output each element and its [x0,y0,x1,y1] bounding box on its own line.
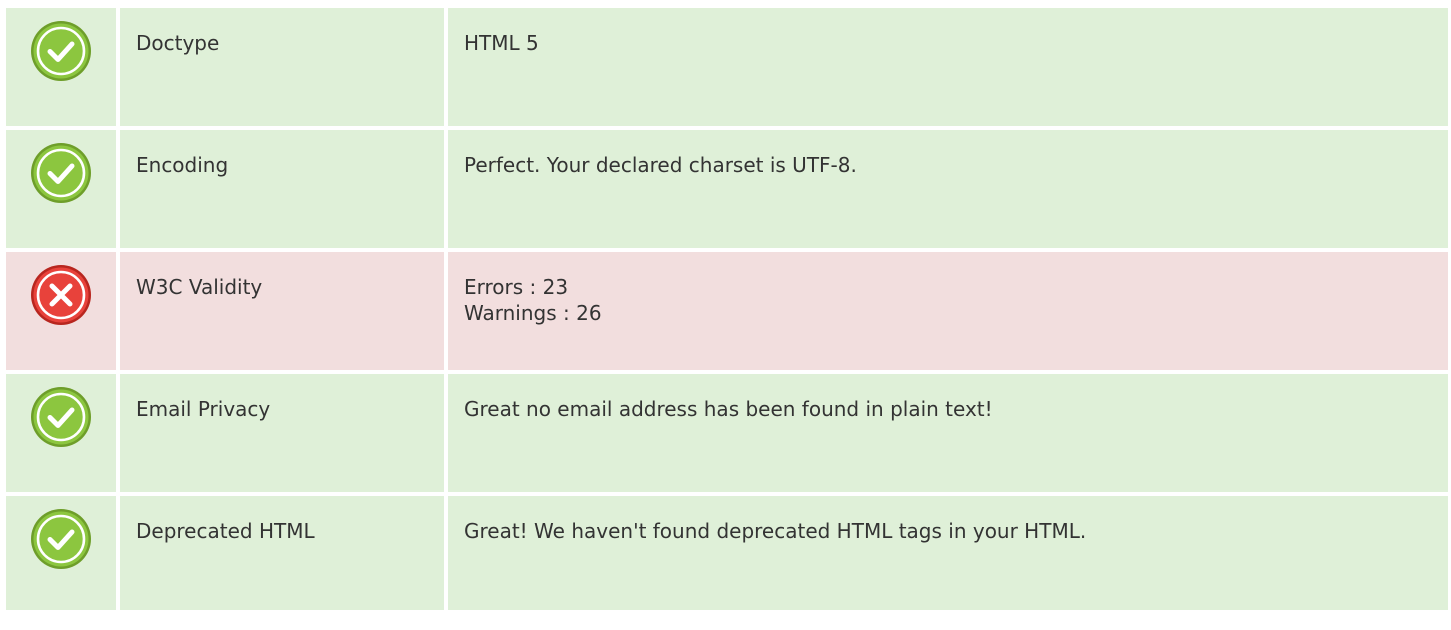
value-line: Great no email address has been found in… [464,397,993,421]
status-cell [6,130,116,248]
table-row-email-privacy: Email Privacy Great no email address has… [6,374,1448,492]
cross-circle-icon [30,264,92,370]
value-line: HTML 5 [464,31,539,55]
audit-table: Doctype HTML 5 Encoding Perfect. Your de… [6,8,1448,610]
row-value: Great! We haven't found deprecated HTML … [448,496,1448,610]
row-label: Doctype [120,8,444,126]
row-label: Email Privacy [120,374,444,492]
check-circle-icon [30,508,92,610]
table-row-deprecated-html: Deprecated HTML Great! We haven't found … [6,496,1448,610]
row-value: Great no email address has been found in… [448,374,1448,492]
table-row-encoding: Encoding Perfect. Your declared charset … [6,130,1448,248]
status-cell [6,252,116,370]
status-cell [6,8,116,126]
row-label: W3C Validity [120,252,444,370]
check-circle-icon [30,142,92,248]
table-row-w3c-validity: W3C Validity Errors : 23 Warnings : 26 [6,252,1448,370]
errors-count: Errors : 23 [464,275,569,299]
row-value: HTML 5 [448,8,1448,126]
warnings-count: Warnings : 26 [464,301,602,325]
row-value: Errors : 23 Warnings : 26 [448,252,1448,370]
check-circle-icon [30,20,92,126]
row-value: Perfect. Your declared charset is UTF-8. [448,130,1448,248]
value-line: Perfect. Your declared charset is UTF-8. [464,153,857,177]
status-cell [6,496,116,610]
value-line: Great! We haven't found deprecated HTML … [464,519,1087,543]
table-row-doctype: Doctype HTML 5 [6,8,1448,126]
row-label: Deprecated HTML [120,496,444,610]
row-label: Encoding [120,130,444,248]
status-cell [6,374,116,492]
check-circle-icon [30,386,92,492]
